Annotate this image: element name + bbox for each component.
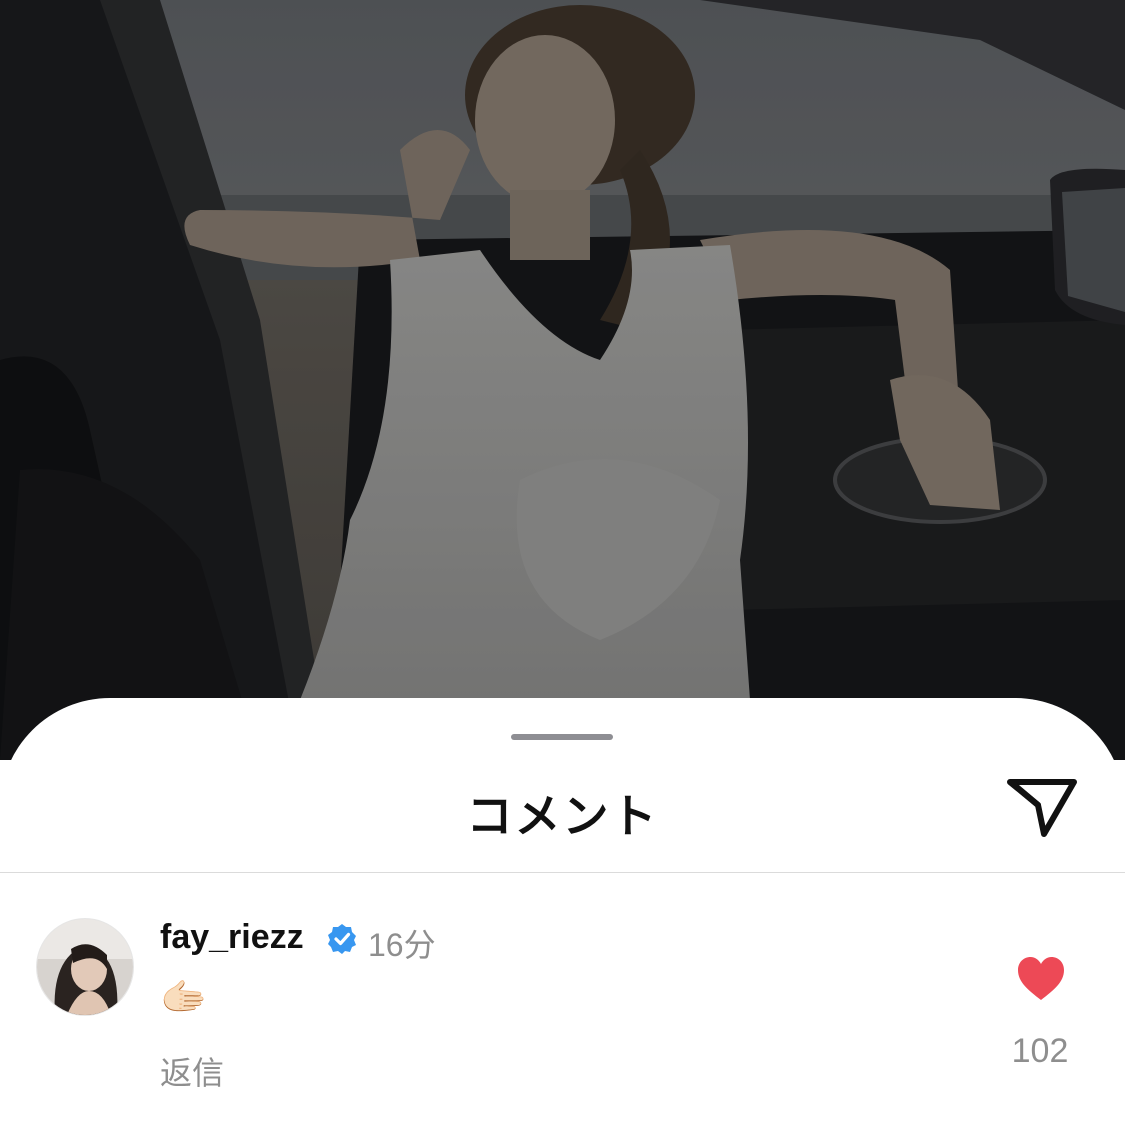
comments-sheet: コメント fay_riezz 16分 🫱🏻 返信 102 xyxy=(0,698,1125,1125)
like-count: 102 xyxy=(1011,1032,1069,1070)
drag-handle[interactable] xyxy=(511,734,613,740)
share-button[interactable] xyxy=(1004,772,1080,840)
post-photo-background xyxy=(0,0,1125,760)
heart-filled-icon xyxy=(1018,957,1064,1000)
avatar[interactable] xyxy=(36,918,134,1016)
comment-text: 🫱🏻 xyxy=(160,977,208,1019)
like-button[interactable] xyxy=(1016,956,1066,1002)
header-divider xyxy=(0,872,1125,873)
verified-badge-icon xyxy=(326,923,358,955)
reply-button[interactable]: 返信 xyxy=(160,1048,224,1094)
comment-timestamp: 16分 xyxy=(368,927,436,963)
comment-username[interactable]: fay_riezz xyxy=(160,918,304,957)
comments-screen: コメント fay_riezz 16分 🫱🏻 返信 102 xyxy=(0,0,1125,1125)
sheet-title: コメント xyxy=(466,790,659,842)
send-paper-plane-icon xyxy=(1007,779,1077,837)
